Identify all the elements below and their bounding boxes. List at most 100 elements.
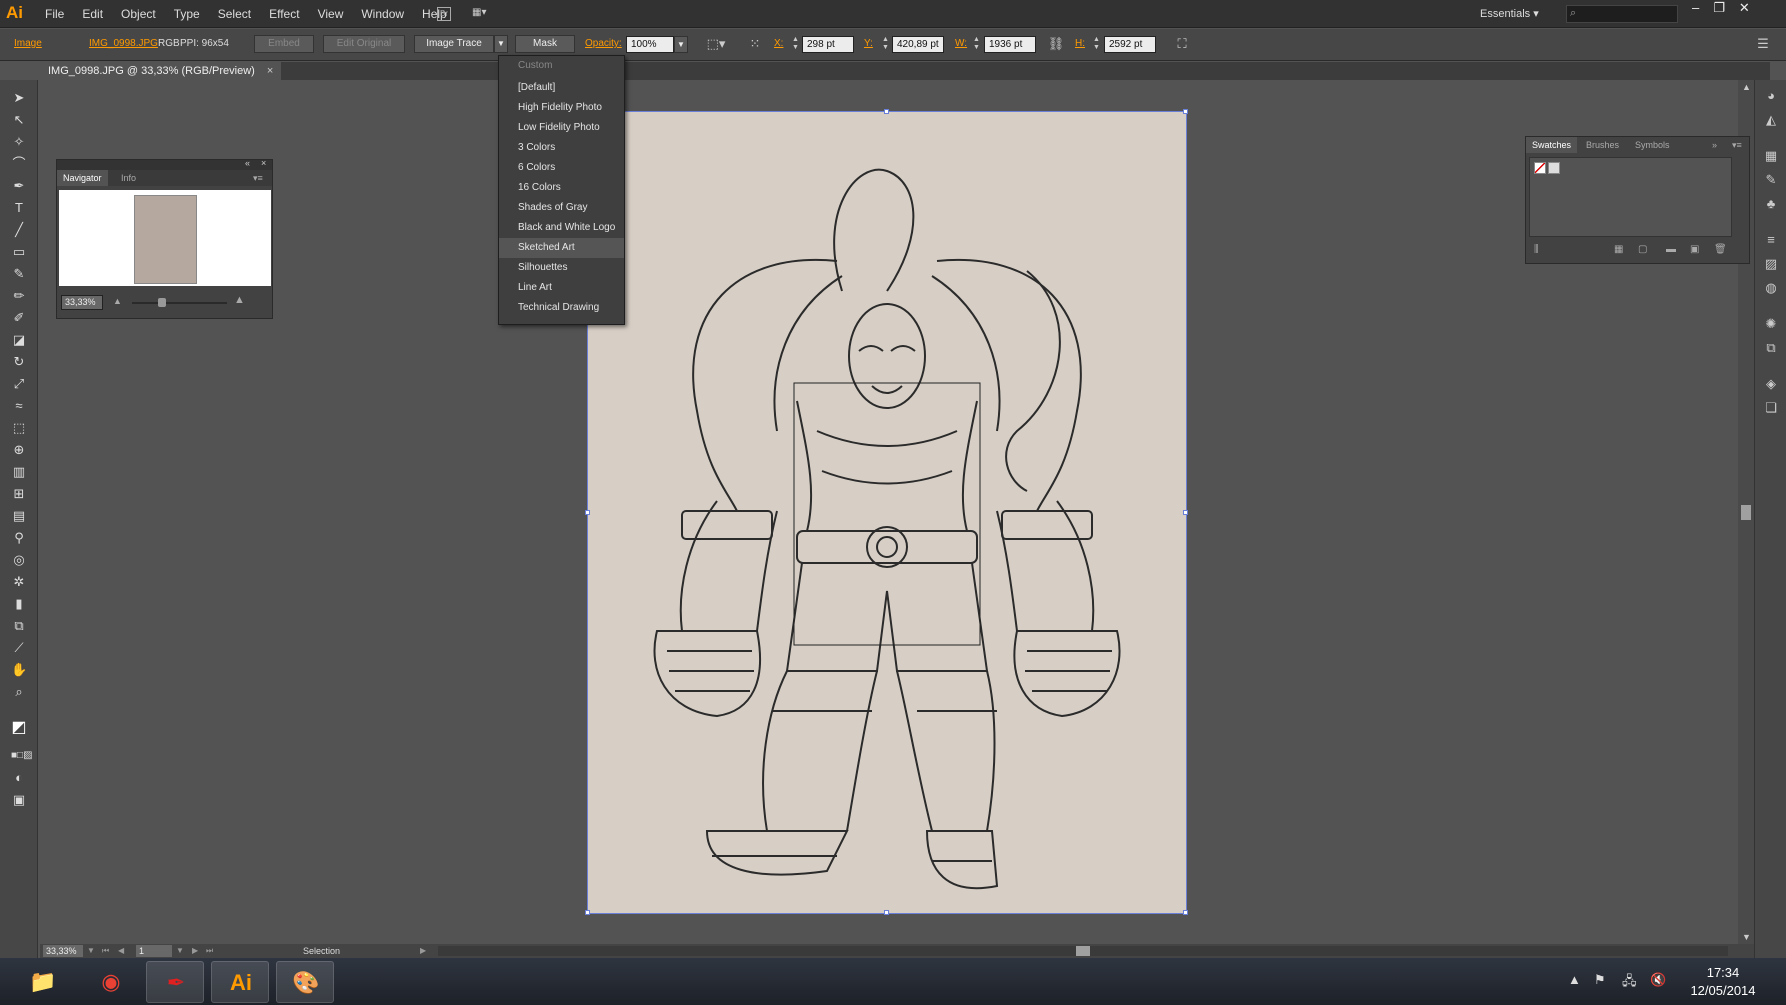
new-swatch-icon[interactable]: ▣ bbox=[1690, 244, 1699, 255]
control-panel-menu-icon[interactable]: ☰ bbox=[1753, 35, 1773, 53]
rotate-tool-icon[interactable]: ↻ bbox=[11, 354, 27, 370]
zoom-slider[interactable] bbox=[132, 302, 227, 304]
symbols-panel-icon[interactable]: ♣ bbox=[1763, 196, 1779, 212]
arrange-documents-icon[interactable]: ▦▾ bbox=[472, 7, 496, 21]
tab-navigator[interactable]: Navigator bbox=[57, 170, 108, 186]
menu-object[interactable]: Object bbox=[112, 0, 165, 28]
swatch-libraries-icon[interactable]: ⫼ bbox=[1534, 244, 1539, 255]
column-graph-tool-icon[interactable]: ▮ bbox=[11, 596, 27, 612]
hand-tool-icon[interactable]: ✋ bbox=[11, 662, 27, 678]
artboards-panel-icon[interactable]: ❏ bbox=[1763, 400, 1779, 416]
pencil-tool-icon[interactable]: ✏ bbox=[11, 288, 27, 304]
help-search-input[interactable]: ⌕ bbox=[1566, 5, 1678, 23]
color-guide-icon[interactable]: ◭ bbox=[1763, 112, 1779, 128]
menu-effect[interactable]: Effect bbox=[260, 0, 308, 28]
magic-wand-tool-icon[interactable]: ✧ bbox=[11, 134, 27, 150]
swatch-none[interactable] bbox=[1534, 162, 1546, 174]
direct-selection-tool-icon[interactable]: ↖ bbox=[11, 112, 27, 128]
scroll-up-icon[interactable]: ▲ bbox=[1742, 82, 1751, 92]
tab-swatches[interactable]: Swatches bbox=[1526, 137, 1578, 153]
zoom-dropdown-icon[interactable]: ▼ bbox=[87, 944, 95, 958]
blend-tool-icon[interactable]: ◎ bbox=[11, 552, 27, 568]
object-type-label[interactable]: Image bbox=[14, 37, 42, 51]
menu-window[interactable]: Window bbox=[352, 0, 413, 28]
zoom-in-icon[interactable]: ▲ bbox=[234, 294, 245, 306]
trace-preset-technical-drawing[interactable]: Technical Drawing bbox=[499, 298, 624, 318]
stroke-panel-icon[interactable]: ≡ bbox=[1763, 232, 1779, 248]
trace-presets-dropdown-icon[interactable]: ▼ bbox=[494, 35, 508, 53]
vertical-scroll-thumb[interactable] bbox=[1741, 505, 1751, 520]
zoom-slider-knob[interactable] bbox=[158, 298, 166, 307]
color-mode-icons[interactable]: ■□▨ bbox=[11, 748, 33, 764]
action-center-flag-icon[interactable]: ⚑ bbox=[1594, 972, 1606, 988]
y-input[interactable]: 420,89 pt bbox=[892, 36, 944, 53]
x-input[interactable]: 298 pt bbox=[802, 36, 854, 53]
show-hidden-icons-icon[interactable]: ▲ bbox=[1568, 972, 1581, 987]
image-trace-button[interactable]: Image Trace bbox=[414, 35, 494, 53]
next-artboard-icon[interactable]: ▶ bbox=[192, 944, 198, 958]
mask-button[interactable]: Mask bbox=[515, 35, 575, 53]
taskbar-paint[interactable]: 🎨 bbox=[276, 961, 334, 1003]
perspective-grid-tool-icon[interactable]: ▥ bbox=[11, 464, 27, 480]
opacity-input[interactable]: 100% bbox=[626, 36, 674, 53]
panel-menu-icon[interactable]: ▾≡ bbox=[247, 170, 269, 186]
delete-swatch-icon[interactable]: 🗑 bbox=[1714, 244, 1727, 255]
handle-bottom-right[interactable] bbox=[1183, 910, 1188, 915]
trace-preset-6-colors[interactable]: 6 Colors bbox=[499, 158, 624, 178]
y-spinner-icon[interactable]: ▲ ▼ bbox=[881, 36, 890, 53]
trace-preset-low-fidelity-photo[interactable]: Low Fidelity Photo bbox=[499, 118, 624, 138]
swatch-registration[interactable] bbox=[1548, 162, 1560, 174]
gradient-tool-icon[interactable]: ▤ bbox=[11, 508, 27, 524]
navigator-zoom-input[interactable]: 33,33% bbox=[61, 295, 103, 310]
trace-preset-16-colors[interactable]: 16 Colors bbox=[499, 178, 624, 198]
trace-preset-shades-of-gray[interactable]: Shades of Gray bbox=[499, 198, 624, 218]
taskbar-illustrator[interactable]: Ai bbox=[211, 961, 269, 1003]
taskbar-chrome[interactable]: ◉ bbox=[82, 961, 140, 1003]
menu-file[interactable]: File bbox=[36, 0, 73, 28]
paintbrush-tool-icon[interactable]: ✎ bbox=[11, 266, 27, 282]
volume-muted-icon[interactable]: 🔇 bbox=[1650, 972, 1666, 988]
free-transform-tool-icon[interactable]: ⬚ bbox=[11, 420, 27, 436]
previous-artboard-icon[interactable]: ◀ bbox=[118, 944, 124, 958]
w-input[interactable]: 1936 pt bbox=[984, 36, 1036, 53]
eyedropper-tool-icon[interactable]: ⚲ bbox=[11, 530, 27, 546]
close-panel-icon[interactable]: × bbox=[261, 158, 266, 168]
handle-middle-right[interactable] bbox=[1183, 510, 1188, 515]
reference-point-icon[interactable]: ⁙ bbox=[745, 35, 765, 53]
expand-panel-icon[interactable]: » bbox=[1706, 137, 1723, 153]
mesh-tool-icon[interactable]: ⊞ bbox=[11, 486, 27, 502]
collapse-panel-icon[interactable]: « bbox=[245, 158, 250, 168]
align-selection-icon[interactable]: ⬚▾ bbox=[706, 35, 726, 53]
fill-stroke-icon[interactable]: ◩ bbox=[11, 720, 27, 736]
opacity-dropdown-icon[interactable]: ▼ bbox=[674, 36, 688, 53]
handle-middle-left[interactable] bbox=[585, 510, 590, 515]
first-artboard-icon[interactable]: ⏮ bbox=[102, 944, 109, 958]
tab-symbols[interactable]: Symbols bbox=[1629, 137, 1676, 153]
zoom-out-icon[interactable]: ▲ bbox=[113, 296, 122, 306]
artboard-dropdown-icon[interactable]: ▼ bbox=[176, 944, 184, 958]
selection-tool-icon[interactable]: ➤ bbox=[11, 90, 27, 106]
transparency-panel-icon[interactable]: ◍ bbox=[1763, 280, 1779, 296]
h-input[interactable]: 2592 pt bbox=[1104, 36, 1156, 53]
selection-bounding-box[interactable] bbox=[585, 109, 1188, 915]
bridge-icon[interactable]: Br bbox=[437, 7, 451, 21]
edit-original-button[interactable]: Edit Original bbox=[323, 35, 405, 53]
drawing-mode-icon[interactable]: ◐ bbox=[11, 770, 27, 786]
symbol-sprayer-tool-icon[interactable]: ✲ bbox=[11, 574, 27, 590]
zoom-tool-icon[interactable]: ⌕ bbox=[11, 684, 27, 700]
trace-preset-silhouettes[interactable]: Silhouettes bbox=[499, 258, 624, 278]
menu-edit[interactable]: Edit bbox=[73, 0, 112, 28]
constrain-proportions-icon[interactable]: ⛓ bbox=[1046, 35, 1066, 53]
network-icon[interactable]: 🖧 bbox=[1622, 972, 1637, 994]
workspace-switcher[interactable]: Essentials ▾ bbox=[1480, 0, 1539, 28]
trace-preset-default[interactable]: [Default] bbox=[499, 78, 624, 98]
last-artboard-icon[interactable]: ⏭ bbox=[206, 944, 213, 958]
rectangle-tool-icon[interactable]: ▭ bbox=[11, 244, 27, 260]
scroll-down-icon[interactable]: ▼ bbox=[1742, 932, 1751, 942]
document-tab[interactable]: IMG_0998.JPG @ 33,33% (RGB/Preview) × bbox=[40, 62, 282, 80]
pen-tool-icon[interactable]: ✒ bbox=[11, 178, 27, 194]
eraser-tool-icon[interactable]: ◪ bbox=[11, 332, 27, 348]
gradient-panel-icon[interactable]: ▨ bbox=[1763, 256, 1779, 272]
trace-preset-3-colors[interactable]: 3 Colors bbox=[499, 138, 624, 158]
horizontal-scroll-thumb[interactable] bbox=[1076, 946, 1090, 956]
